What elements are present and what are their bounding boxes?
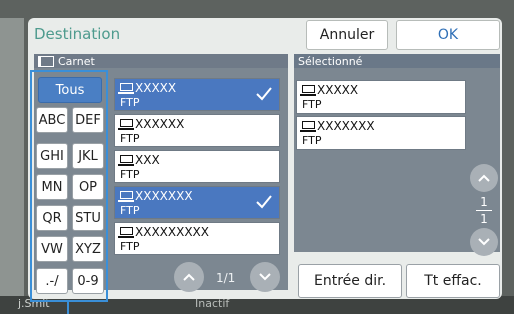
checkmark-icon (256, 87, 272, 101)
selected-page-up-button[interactable] (470, 164, 498, 192)
background-sidebar (0, 18, 24, 298)
list-item[interactable]: XXXXXXX FTP (114, 186, 280, 219)
computer-icon (300, 85, 316, 96)
entry-name: XXXXXXX (135, 189, 193, 203)
entry-name: XXXXXXXXX (135, 225, 209, 239)
chevron-up-icon (478, 174, 490, 182)
entry-protocol: FTP (120, 132, 140, 145)
selected-page-current: 1 (480, 195, 488, 209)
chevron-down-icon (478, 238, 490, 246)
chevron-down-icon (259, 273, 271, 281)
entry-protocol: FTP (120, 96, 140, 109)
dialog-title: Destination (34, 25, 121, 43)
computer-icon (300, 121, 316, 132)
filter-vw[interactable]: VW (36, 236, 68, 262)
filter-tous[interactable]: Tous (38, 77, 102, 103)
entry-name: XXX (135, 153, 160, 167)
computer-icon (118, 83, 134, 94)
entry-name: XXXXX (135, 81, 177, 95)
page-down-button[interactable] (250, 262, 280, 292)
page-up-button[interactable] (174, 262, 204, 292)
selected-item[interactable]: XXXXX FTP (296, 80, 466, 114)
filter-jkl[interactable]: JKL (72, 143, 104, 169)
list-item[interactable]: XXX FTP (114, 150, 280, 183)
filter-op[interactable]: OP (72, 174, 104, 200)
address-book-icon (38, 55, 54, 67)
computer-icon (118, 119, 134, 130)
selected-page-down-button[interactable] (470, 228, 498, 256)
filter-qr[interactable]: QR (36, 205, 68, 231)
direct-entry-button[interactable]: Entrée dir. (298, 264, 402, 298)
selected-name: XXXXX (317, 83, 359, 97)
filter-ghi[interactable]: GHI (36, 143, 68, 169)
selected-name: XXXXXXX (317, 119, 375, 133)
list-item[interactable]: XXXXXXXXX FTP (114, 222, 280, 255)
selected-page-indicator: 1 1 (474, 195, 494, 226)
entry-protocol: FTP (120, 204, 140, 217)
entry-protocol: FTP (120, 240, 140, 253)
filter-mn[interactable]: MN (36, 174, 68, 200)
filter-digits[interactable]: 0-9 (72, 268, 104, 294)
filter-abc[interactable]: ABC (36, 107, 68, 133)
filter-stu[interactable]: STU (72, 205, 104, 231)
clear-all-button[interactable]: Tt effac. (406, 264, 500, 298)
entry-name: XXXXXX (135, 117, 185, 131)
selected-protocol: FTP (302, 134, 322, 147)
filter-focus-indicator (67, 301, 69, 314)
cancel-button[interactable]: Annuler (306, 20, 388, 50)
filter-xyz[interactable]: XYZ (72, 236, 104, 262)
computer-icon (118, 227, 134, 238)
selected-item[interactable]: XXXXXXX FTP (296, 116, 466, 150)
address-book-header: Carnet (34, 54, 288, 68)
checkmark-icon (256, 195, 272, 209)
ok-button[interactable]: OK (396, 20, 500, 50)
list-item[interactable]: XXXXXX FTP (114, 114, 280, 147)
selected-label: Sélectionné (298, 54, 363, 68)
computer-icon (118, 155, 134, 166)
filter-def[interactable]: DEF (72, 107, 104, 133)
selected-header: Sélectionné (294, 54, 500, 68)
selected-protocol: FTP (302, 98, 322, 111)
entry-protocol: FTP (120, 168, 140, 181)
fraction-divider (476, 210, 492, 211)
list-item[interactable]: XXXXX FTP (114, 78, 280, 111)
chevron-up-icon (183, 273, 195, 281)
page-indicator: 1/1 (216, 271, 236, 285)
selected-page-total: 1 (480, 212, 488, 226)
filter-symbols[interactable]: .-/ (36, 268, 68, 294)
address-book-label: Carnet (58, 54, 95, 68)
computer-icon (118, 191, 134, 202)
